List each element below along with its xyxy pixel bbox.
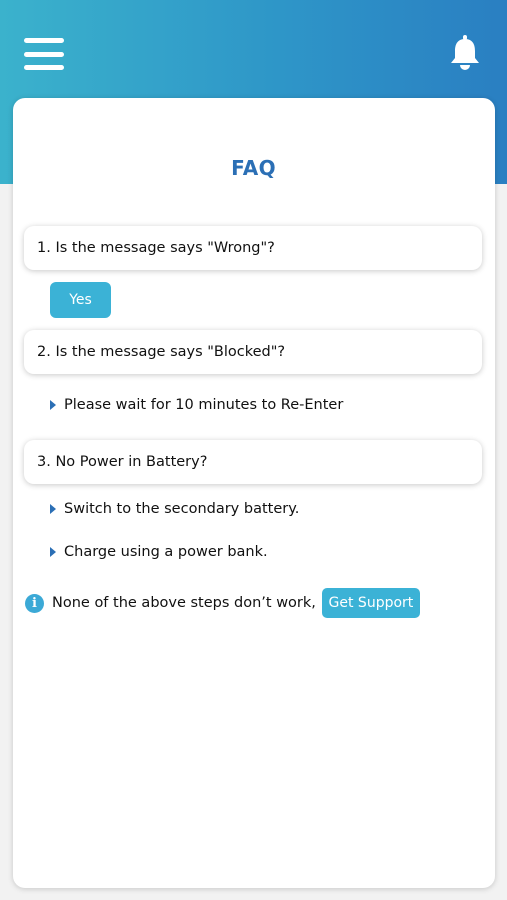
page-title: FAQ [231, 156, 276, 180]
yes-button[interactable]: Yes [50, 282, 111, 318]
bell-icon[interactable] [448, 34, 482, 72]
support-row: i None of the above steps don’t work, Ge… [25, 588, 420, 618]
info-icon: i [25, 593, 44, 613]
faq-answer: Switch to the secondary battery. [50, 501, 299, 517]
hamburger-menu-icon[interactable] [24, 38, 64, 70]
answer-text: Please wait for 10 minutes to Re-Enter [64, 397, 344, 413]
faq-question-2[interactable]: 2. Is the message says "Blocked"? [24, 330, 482, 374]
faq-answer: Charge using a power bank. [50, 544, 268, 560]
faq-answer: Please wait for 10 minutes to Re-Enter [50, 397, 343, 413]
answer-text: Switch to the secondary battery. [64, 501, 300, 517]
answer-text: Charge using a power bank. [64, 544, 268, 560]
faq-question-1[interactable]: 1. Is the message says "Wrong"? [24, 226, 482, 270]
support-text: None of the above steps don’t work, [52, 595, 316, 611]
caret-right-icon [50, 400, 56, 410]
get-support-button[interactable]: Get Support [321, 588, 420, 618]
caret-right-icon [50, 547, 56, 557]
faq-question-3[interactable]: 3. No Power in Battery? [24, 440, 482, 484]
caret-right-icon [50, 504, 56, 514]
faq-card [13, 98, 495, 888]
